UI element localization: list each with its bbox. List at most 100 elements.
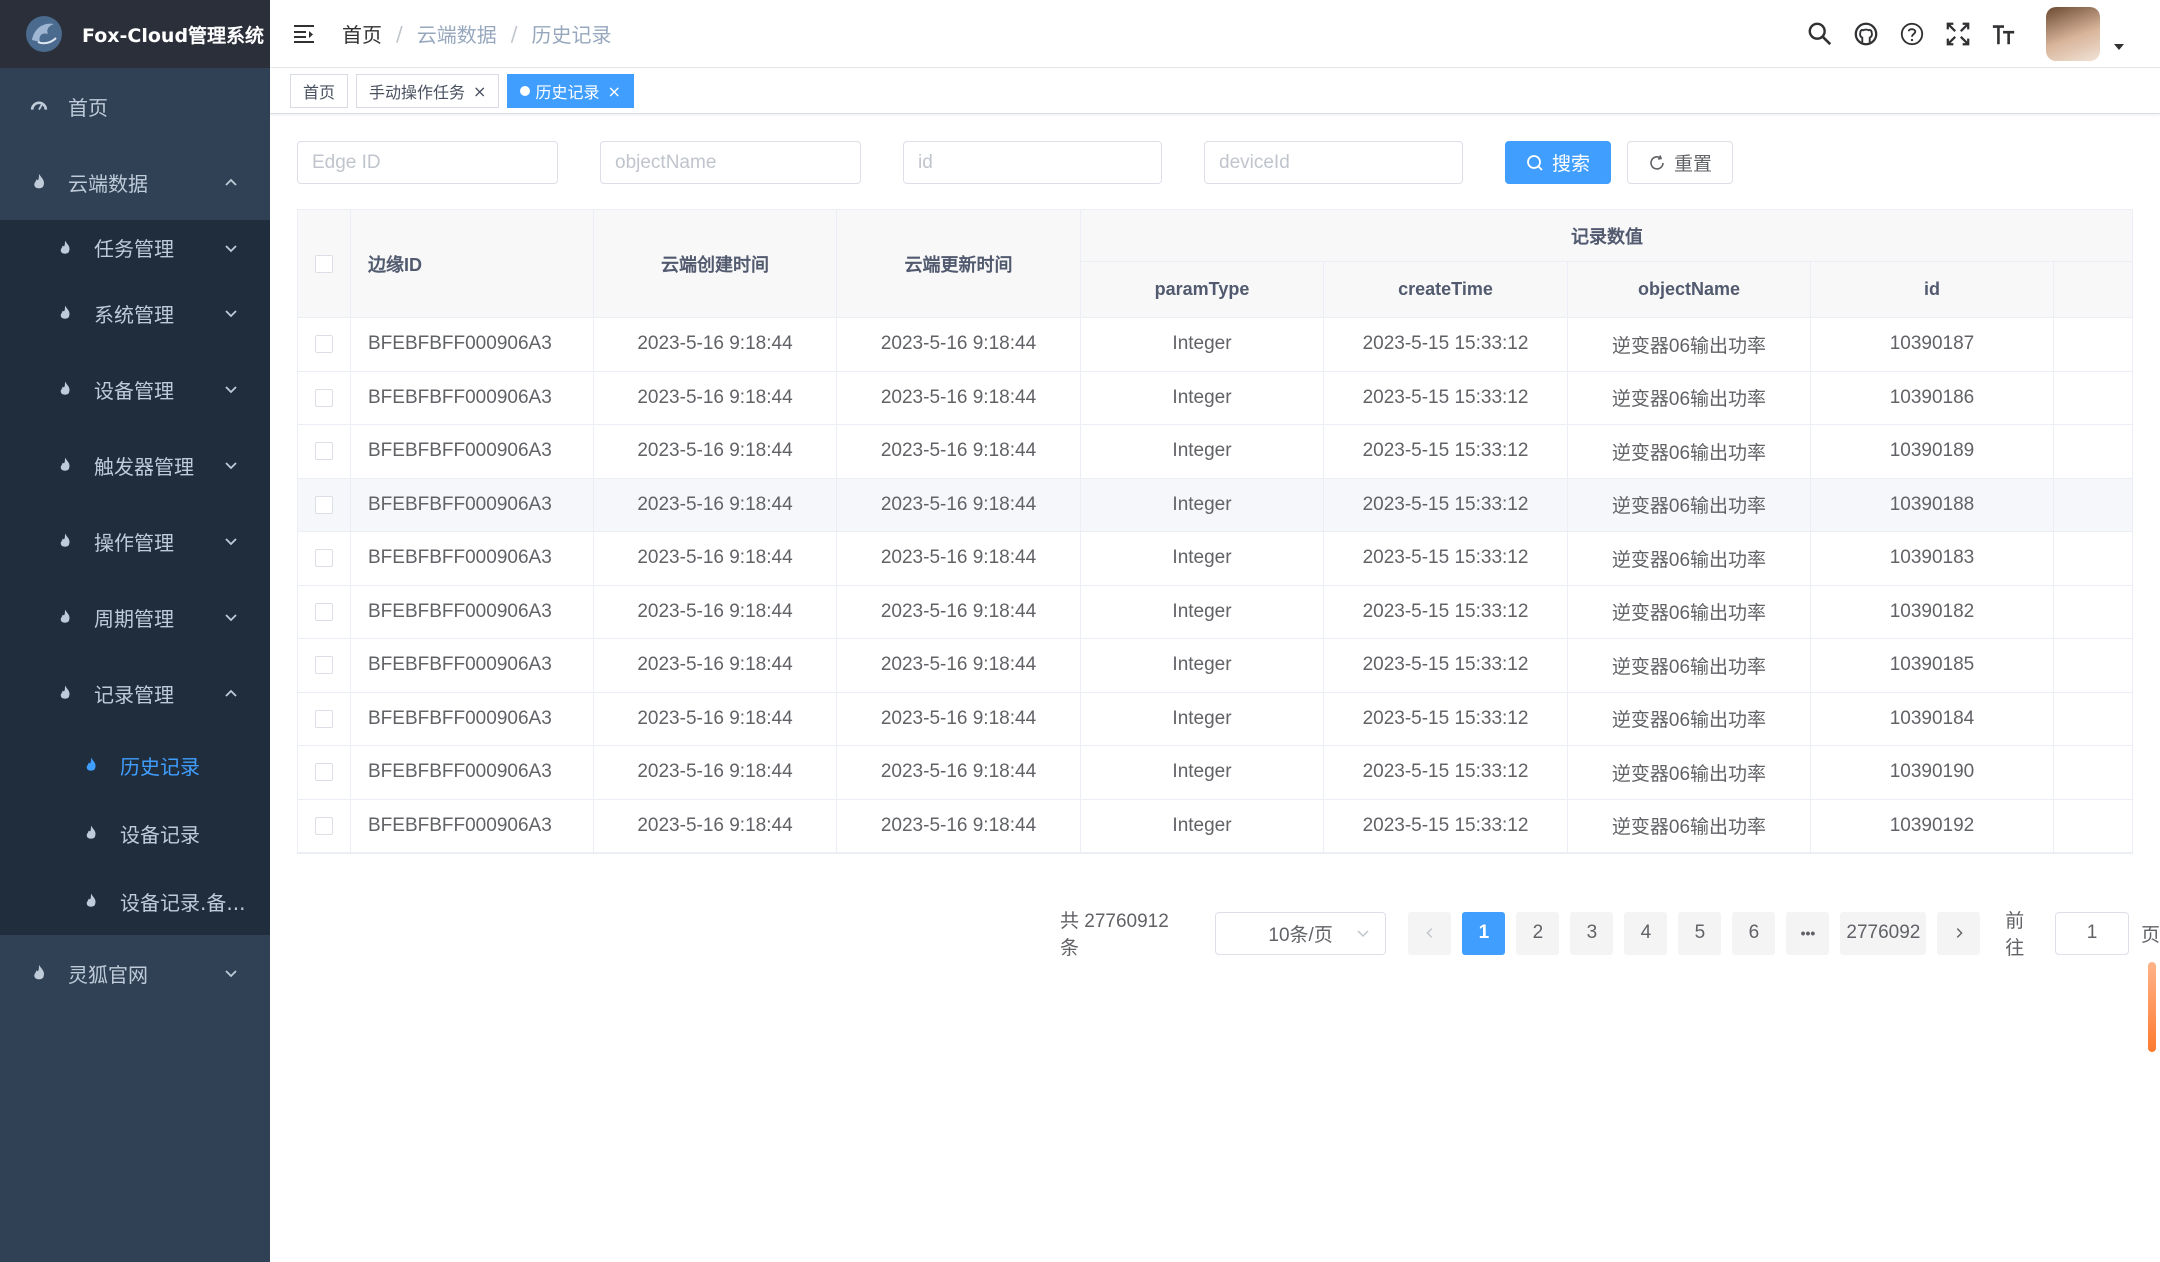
help-icon[interactable] — [1898, 20, 1926, 48]
tag-history[interactable]: 历史记录 × — [507, 74, 634, 108]
fire-icon — [28, 171, 50, 193]
id-input[interactable]: id — [903, 141, 1162, 184]
row-checkbox[interactable] — [315, 388, 333, 407]
last-page-button[interactable]: 2776092 — [1840, 911, 1927, 955]
page-4-button[interactable]: 4 — [1624, 911, 1668, 955]
cell-edge-id: BFEBFBFF000906A3 — [351, 371, 594, 424]
header-label: 云端更新时间 — [904, 254, 1013, 275]
sidebar-item-triggers[interactable]: 触发器管理 — [0, 427, 270, 503]
sidebar-item-operations[interactable]: 操作管理 — [0, 503, 270, 579]
header-label: 边缘ID — [368, 254, 422, 275]
next-page-button[interactable] — [1937, 911, 1981, 955]
cell-object-name: 逆变器06输出功率 — [1568, 585, 1811, 638]
page-3-button[interactable]: 3 — [1570, 911, 1614, 955]
breadcrumb-home[interactable]: 首页 — [342, 19, 382, 48]
reset-button[interactable]: 重置 — [1627, 141, 1734, 184]
cell-create-time: 2023-5-15 15:33:12 — [1324, 371, 1568, 424]
sidebar-item-device-records[interactable]: 设备记录 — [0, 799, 270, 867]
hamburger-icon[interactable] — [292, 22, 316, 46]
logo[interactable]: Fox-Cloud管理系统 — [0, 0, 270, 68]
close-icon[interactable]: × — [473, 82, 486, 101]
sidebar-item-home[interactable]: 首页 — [0, 68, 270, 144]
fire-icon — [54, 682, 76, 704]
row-checkbox[interactable] — [315, 816, 333, 835]
table-row[interactable]: BFEBFBFF000906A3 2023-5-16 9:18:44 2023-5-… — [298, 799, 2132, 853]
fullscreen-icon[interactable] — [1944, 20, 1972, 48]
cell-param-type: Integer — [1081, 425, 1324, 478]
row-checkbox[interactable] — [315, 495, 333, 514]
cell-param-type: Integer — [1081, 799, 1324, 852]
search-icon[interactable] — [1806, 20, 1834, 48]
table-body: BFEBFBFF000906A3 2023-5-16 9:18:44 2023-5-… — [298, 318, 2132, 853]
table-row[interactable]: BFEBFBFF000906A3 2023-5-16 9:18:44 2023-5-… — [298, 425, 2132, 479]
row-checkbox[interactable] — [315, 763, 333, 782]
cell-param-type: Integer — [1081, 585, 1324, 638]
table-row[interactable]: BFEBFBFF000906A3 2023-5-16 9:18:44 2023-5-… — [298, 371, 2132, 425]
page-6-button[interactable]: 6 — [1732, 911, 1776, 955]
object-name-input[interactable]: objectName — [600, 141, 861, 184]
prev-page-button[interactable] — [1408, 911, 1452, 955]
header-id: id — [1811, 262, 2054, 317]
row-checkbox[interactable] — [315, 602, 333, 621]
row-checkbox[interactable] — [315, 656, 333, 675]
sidebar-item-label: 灵狐官网 — [68, 962, 148, 987]
github-icon[interactable] — [1852, 20, 1880, 48]
row-checkbox[interactable] — [315, 335, 333, 354]
caret-down-icon[interactable] — [2112, 40, 2126, 54]
page-2-button[interactable]: 2 — [1516, 911, 1560, 955]
header-create-time: createTime — [1324, 262, 1568, 317]
row-checkbox[interactable] — [315, 709, 333, 728]
cell-create-time: 2023-5-15 15:33:12 — [1324, 425, 1568, 478]
more-pages-button[interactable]: ••• — [1786, 911, 1830, 955]
table-row[interactable]: BFEBFBFF000906A3 2023-5-16 9:18:44 2023-5-… — [298, 692, 2132, 746]
table-row[interactable]: BFEBFBFF000906A3 2023-5-16 9:18:44 2023-5-… — [298, 478, 2132, 532]
sidebar-item-history[interactable]: 历史记录 — [0, 731, 270, 799]
goto-page-input[interactable]: 1 — [2055, 911, 2129, 955]
edge-id-input[interactable]: Edge ID — [297, 141, 558, 184]
cell-param-type: Integer — [1081, 318, 1324, 371]
sidebar-item-devices[interactable]: 设备管理 — [0, 351, 270, 427]
sidebar-item-official-site[interactable]: 灵狐官网 — [0, 935, 270, 1011]
row-checkbox[interactable] — [315, 549, 333, 568]
tag-manual-task[interactable]: 手动操作任务 × — [356, 74, 500, 108]
close-icon[interactable]: × — [607, 82, 620, 101]
sidebar-item-periods[interactable]: 周期管理 — [0, 579, 270, 655]
table-row[interactable]: BFEBFBFF000906A3 2023-5-16 9:18:44 2023-5-… — [298, 318, 2132, 372]
table-row[interactable]: BFEBFBFF000906A3 2023-5-16 9:18:44 2023-5-… — [298, 639, 2132, 693]
select-all-checkbox[interactable] — [315, 254, 333, 273]
sidebar-item-tasks[interactable]: 任务管理 — [0, 220, 270, 275]
tag-home[interactable]: 首页 — [290, 74, 349, 108]
sidebar-item-device-records-backup[interactable]: 设备记录.备... — [0, 867, 270, 935]
sidebar-item-records[interactable]: 记录管理 — [0, 655, 270, 731]
device-id-input[interactable]: deviceId — [1204, 141, 1463, 184]
cell-cloud-create-time: 2023-5-16 9:18:44 — [594, 692, 837, 745]
avatar[interactable] — [2046, 7, 2100, 61]
scrollbar-thumb[interactable] — [2148, 962, 2156, 1052]
font-size-icon[interactable] — [1990, 20, 2018, 48]
cell-cloud-update-time: 2023-5-16 9:18:44 — [837, 318, 1081, 371]
table-row[interactable]: BFEBFBFF000906A3 2023-5-16 9:18:44 2023-5-… — [298, 746, 2132, 800]
cell-object-name: 逆变器06输出功率 — [1568, 532, 1811, 585]
search-button[interactable]: 搜索 — [1505, 141, 1612, 184]
chevron-down-icon — [225, 310, 237, 318]
cell-cloud-create-time: 2023-5-16 9:18:44 — [594, 585, 837, 638]
cell-object-name: 逆变器06输出功率 — [1568, 318, 1811, 371]
table-row[interactable]: BFEBFBFF000906A3 2023-5-16 9:18:44 2023-5-… — [298, 532, 2132, 586]
header-label: id — [1924, 279, 1940, 299]
row-checkbox[interactable] — [315, 442, 333, 461]
cell-edge-id: BFEBFBFF000906A3 — [351, 318, 594, 371]
sidebar-item-cloud-data[interactable]: 云端数据 — [0, 144, 270, 220]
page-5-button[interactable]: 5 — [1678, 911, 1722, 955]
header-label: 云端创建时间 — [661, 254, 769, 275]
sidebar-item-system[interactable]: 系统管理 — [0, 275, 270, 351]
table-row[interactable]: BFEBFBFF000906A3 2023-5-16 9:18:44 2023-5-… — [298, 585, 2132, 639]
dashboard-icon — [28, 95, 50, 117]
cell-select — [298, 318, 351, 371]
page-size-select[interactable]: 10条/页 — [1214, 911, 1387, 955]
sidebar-item-label: 操作管理 — [94, 530, 174, 555]
page-size-value: 10条/页 — [1268, 924, 1333, 946]
chevron-down-icon — [225, 244, 237, 252]
page-1-button[interactable]: 1 — [1462, 911, 1506, 955]
chevron-down-icon — [225, 462, 237, 470]
sidebar-item-label: 云端数据 — [68, 171, 148, 196]
